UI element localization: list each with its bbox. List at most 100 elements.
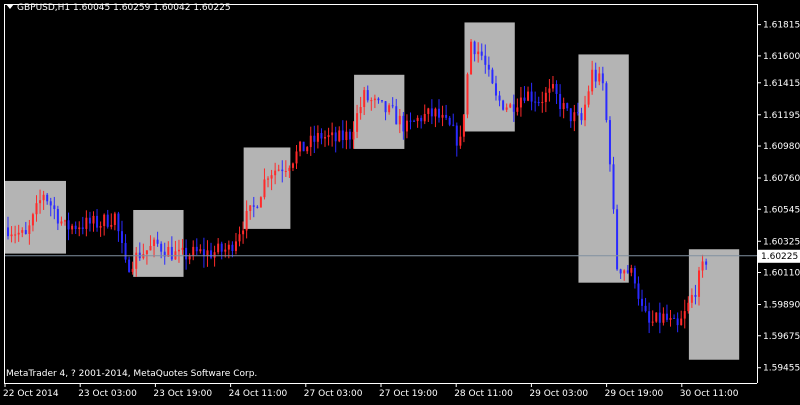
candle-body xyxy=(363,90,366,108)
candle-body xyxy=(562,103,565,110)
candle-body xyxy=(680,318,683,326)
candle-body xyxy=(530,91,533,102)
candle-body xyxy=(49,201,52,206)
candle-body xyxy=(694,294,697,297)
x-tick-label: 30 Oct 11:00 xyxy=(680,389,739,399)
y-tick-label: 1.61195 xyxy=(763,111,800,121)
candle-body xyxy=(259,197,262,208)
candle-body xyxy=(352,131,355,140)
candle-body xyxy=(484,55,487,65)
candle-body xyxy=(445,114,448,118)
candle-body xyxy=(42,194,45,201)
candle-body xyxy=(145,250,148,255)
candle-body xyxy=(494,83,497,96)
candle-body xyxy=(270,175,273,179)
candle-body xyxy=(598,73,601,82)
candle-body xyxy=(291,163,294,168)
candle-body xyxy=(626,270,629,273)
candle-body xyxy=(662,313,665,323)
candle-body xyxy=(391,105,394,107)
candle-body xyxy=(338,130,341,142)
candle xyxy=(491,67,494,85)
candle-body xyxy=(17,232,20,235)
candle xyxy=(605,81,608,123)
candle-body xyxy=(480,51,483,56)
candle-body xyxy=(210,250,213,258)
candle-body xyxy=(519,97,522,108)
candle-body xyxy=(470,41,473,75)
candle-body xyxy=(437,108,440,118)
candle-body xyxy=(427,108,430,114)
y-tick-label: 1.60325 xyxy=(763,237,800,247)
candle xyxy=(608,116,611,172)
y-tick-label: 1.61415 xyxy=(763,79,800,89)
candle-body xyxy=(78,227,81,230)
candle-body xyxy=(690,294,693,303)
x-tick-label: 24 Oct 11:00 xyxy=(229,389,288,399)
candle-body xyxy=(395,106,398,125)
candle xyxy=(612,156,615,214)
candle-body xyxy=(580,113,583,121)
chart-menu-triangle-icon[interactable] xyxy=(6,4,14,9)
candle-body xyxy=(331,132,334,136)
candle-body xyxy=(120,231,123,244)
candle-body xyxy=(651,321,654,323)
y-tick-label: 1.59890 xyxy=(763,300,800,310)
candle-body xyxy=(56,208,59,224)
candle-body xyxy=(505,107,508,110)
candle-body xyxy=(455,125,458,146)
candle-body xyxy=(448,117,451,125)
candle-body xyxy=(637,283,640,299)
candle-body xyxy=(309,135,312,148)
candle-body xyxy=(544,92,547,102)
candle-body xyxy=(373,98,376,101)
candle-body xyxy=(491,69,494,84)
high-price: 1.60259 xyxy=(113,3,151,13)
price-chart[interactable]: 1.61815 1.61600 1.61415 1.61195 1.60980 1.607… xyxy=(0,0,800,401)
candle-body xyxy=(658,312,661,323)
candle-body xyxy=(576,112,579,114)
candle-body xyxy=(267,178,270,180)
candle-body xyxy=(381,100,383,102)
y-tick-label: 1.60110 xyxy=(763,269,800,279)
candle-body xyxy=(46,194,49,202)
candle-body xyxy=(74,225,77,230)
candle-body xyxy=(170,246,173,260)
candle-body xyxy=(35,203,38,215)
candle-body xyxy=(167,246,170,257)
candle-body xyxy=(224,249,227,252)
candle-body xyxy=(409,120,412,122)
candle-body xyxy=(88,217,91,224)
candle-body xyxy=(459,136,462,146)
candle-body xyxy=(498,95,501,101)
candle-body xyxy=(648,311,651,323)
candle-body xyxy=(473,41,476,55)
candle-body xyxy=(665,313,668,320)
y-tick-label: 1.60545 xyxy=(763,205,800,215)
candle-body xyxy=(113,213,116,225)
candle-body xyxy=(177,249,180,252)
candle-body xyxy=(53,205,56,209)
candle xyxy=(502,99,505,111)
x-tick-label: 23 Oct 19:00 xyxy=(153,389,212,399)
candle-body xyxy=(10,234,13,237)
candle-body xyxy=(324,137,327,139)
candle-body xyxy=(320,133,323,139)
candle-body xyxy=(591,69,594,92)
candle-body xyxy=(153,239,156,246)
open-price: 1.60045 xyxy=(73,3,111,13)
candle-body xyxy=(388,105,391,113)
x-tick-label: 27 Oct 19:00 xyxy=(379,389,438,399)
x-tick-label: 29 Oct 03:00 xyxy=(529,389,588,399)
candle-body xyxy=(584,104,587,121)
candle-body xyxy=(548,88,551,93)
candle-body xyxy=(559,93,562,110)
candle-body xyxy=(67,220,70,230)
chart-window[interactable]: 1.61815 1.61600 1.61415 1.61195 1.60980 1.607… xyxy=(0,0,800,401)
candle-body xyxy=(534,101,537,103)
candle-body xyxy=(487,64,490,70)
candle-body xyxy=(420,117,423,122)
candle-body xyxy=(217,243,220,253)
candle-body xyxy=(655,312,658,322)
candle-body xyxy=(81,227,84,229)
